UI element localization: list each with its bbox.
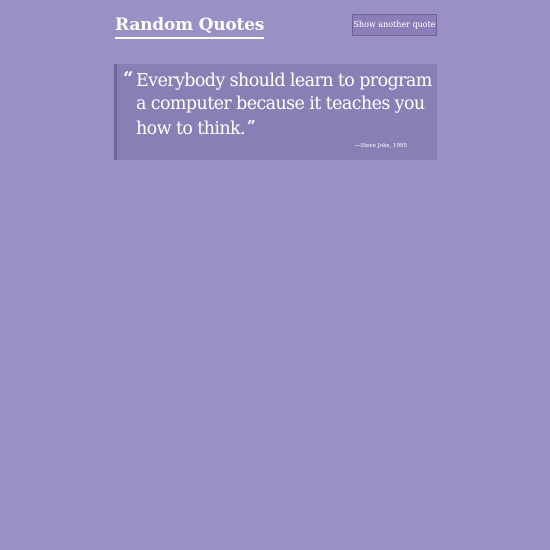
open-quote-icon: “: [123, 68, 134, 89]
quote-attribution: —Steve Jobs, 1995: [354, 143, 407, 149]
app-title: Random Quotes: [115, 13, 264, 39]
quote-text: Everybody should learn to program a comp…: [136, 71, 432, 139]
show-another-quote-button[interactable]: Show another quote: [352, 14, 437, 36]
quote-card: “ Everybody should learn to program a co…: [114, 64, 437, 160]
close-quote-icon: ”: [247, 117, 256, 135]
quote-text-block: Everybody should learn to program a comp…: [136, 70, 436, 141]
